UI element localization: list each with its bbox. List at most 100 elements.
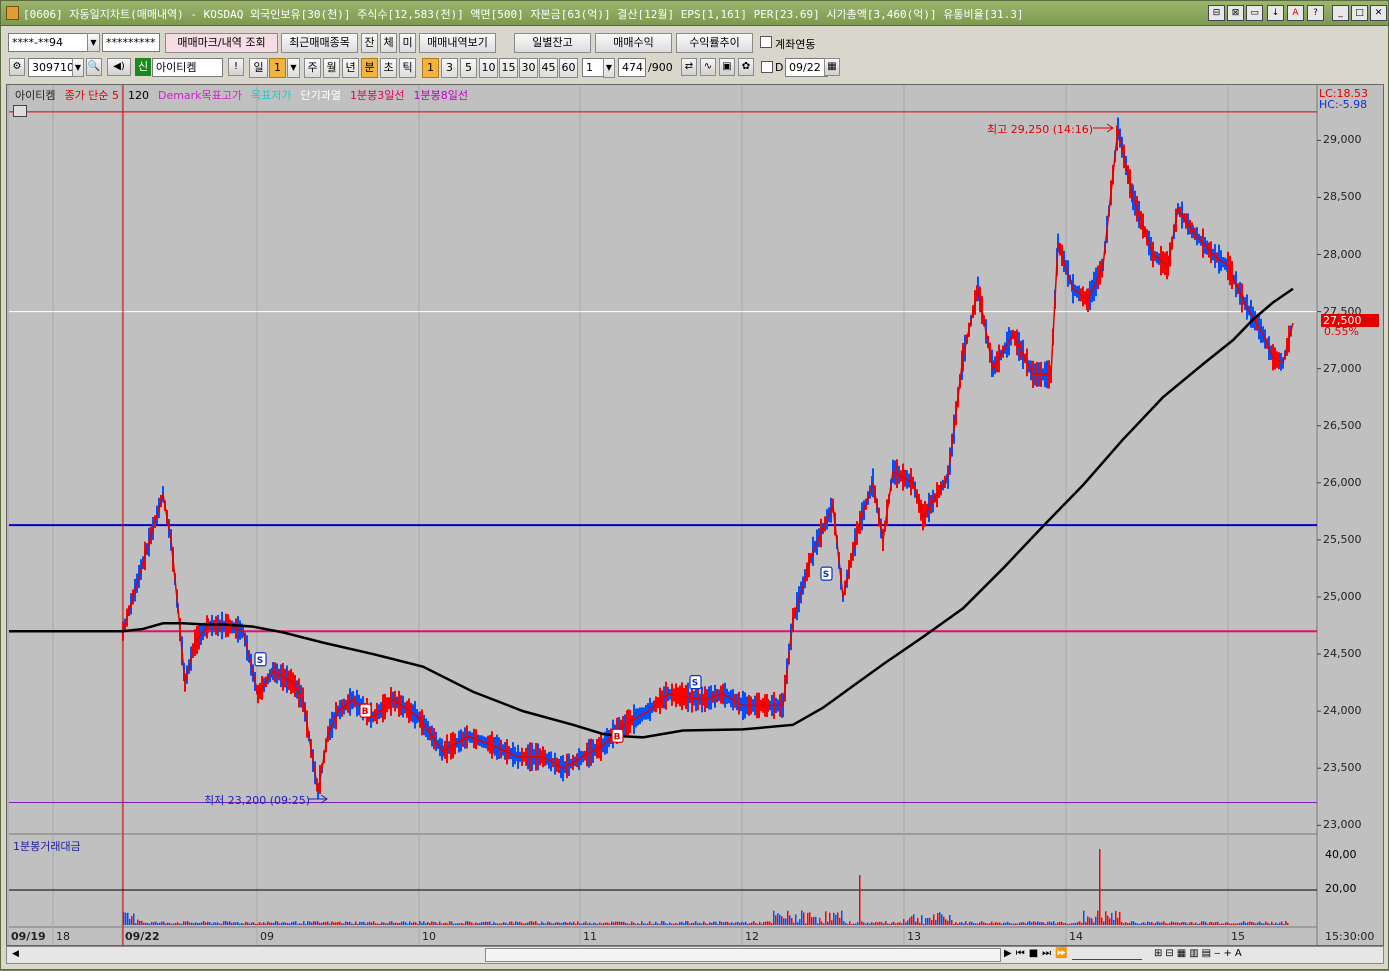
volume-bar xyxy=(131,916,133,925)
volume-bar xyxy=(427,921,429,925)
grid-icon[interactable] xyxy=(13,105,27,117)
volume-bar xyxy=(879,921,881,925)
volume-bar xyxy=(1035,922,1037,925)
volume-bar xyxy=(1239,922,1241,925)
volume-bar xyxy=(1187,923,1189,925)
volume-bar xyxy=(665,923,667,925)
volume-bar xyxy=(811,917,813,925)
scroll-left-icon[interactable]: ◀ xyxy=(12,949,19,959)
volume-bar xyxy=(385,923,387,925)
volume-bar xyxy=(673,923,675,925)
volume-bar xyxy=(301,923,303,925)
volume-bar xyxy=(973,923,975,925)
volume-bar xyxy=(1129,922,1131,925)
scroll-thumb[interactable] xyxy=(485,948,1001,962)
y-tick-label: 25,000 xyxy=(1323,589,1362,603)
volume-bar xyxy=(827,921,829,925)
volume-bar xyxy=(357,923,359,925)
volume-bar xyxy=(1213,922,1215,925)
volume-bar xyxy=(751,922,753,925)
volume-bar xyxy=(321,922,323,925)
volume-bar xyxy=(773,910,775,925)
volume-bar xyxy=(1017,923,1019,925)
scroll-controls[interactable]: ▶⏮■⏭⏩ xyxy=(1004,948,1072,959)
volume-bar xyxy=(541,921,543,925)
volume-bar xyxy=(367,922,369,925)
volume-bar xyxy=(1007,921,1009,925)
volume-bar xyxy=(1203,921,1205,925)
volume-bar xyxy=(625,922,627,925)
volume-bar xyxy=(439,921,441,925)
y-tick-label: 24,000 xyxy=(1323,704,1362,718)
volume-bar xyxy=(529,921,531,925)
volume-bar xyxy=(423,921,425,925)
volume-bar xyxy=(289,923,291,925)
view-controls[interactable]: ⊞⊟▦▥▤‒+A xyxy=(1154,948,1245,959)
volume-bar xyxy=(699,922,701,925)
volume-bar xyxy=(195,922,197,925)
volume-bar xyxy=(563,921,565,925)
volume-bar xyxy=(819,917,821,925)
volume-bar xyxy=(201,922,203,925)
volume-bar xyxy=(167,922,169,925)
volume-bar xyxy=(397,922,399,925)
volume-bar xyxy=(389,921,391,925)
volume-bar xyxy=(265,923,267,925)
volume-bar xyxy=(743,922,745,925)
volume-bar xyxy=(1237,923,1239,925)
volume-bar xyxy=(805,923,807,925)
volume-bar xyxy=(137,919,139,925)
volume-bar xyxy=(209,922,211,925)
volume-bar xyxy=(1125,922,1127,925)
volume-bar xyxy=(533,922,535,925)
volume-bar xyxy=(661,921,663,925)
chart-scrollbar[interactable]: ◀ ▶⏮■⏭⏩ ⊞⊟▦▥▤‒+A xyxy=(6,946,1384,964)
hc-label: HC:-5.98 xyxy=(1319,98,1368,111)
volume-bar xyxy=(291,922,293,925)
volume-bar xyxy=(1039,922,1041,925)
volume-bar xyxy=(635,923,637,925)
volume-bar xyxy=(803,912,805,925)
volume-bar xyxy=(317,921,319,925)
volume-bar xyxy=(1099,849,1101,925)
volume-bar xyxy=(559,922,561,925)
volume-bar xyxy=(497,923,499,925)
volume-bar xyxy=(839,917,841,925)
volume-bar xyxy=(1247,922,1249,925)
volume-bar xyxy=(713,921,715,925)
zoom-slider[interactable] xyxy=(1072,950,1142,960)
volume-bar xyxy=(441,923,443,925)
volume-bar xyxy=(639,923,641,925)
x-tick-label: 15 xyxy=(1231,930,1245,943)
volume-bar xyxy=(1117,917,1119,925)
volume-bar xyxy=(901,923,903,925)
volume-bar xyxy=(949,915,951,925)
volume-bar xyxy=(851,923,853,925)
volume-bar xyxy=(1283,923,1285,925)
volume-bar xyxy=(177,922,179,925)
volume-bar xyxy=(717,923,719,925)
volume-bar xyxy=(775,915,777,925)
volume-bar xyxy=(1103,921,1105,925)
volume-bar xyxy=(329,923,331,925)
volume-bar xyxy=(133,913,135,925)
volume-bar xyxy=(1041,921,1043,925)
volume-bar xyxy=(199,922,201,925)
volume-bar xyxy=(1205,922,1207,925)
volume-bar xyxy=(1073,923,1075,925)
volume-bar xyxy=(595,923,597,925)
volume-bar xyxy=(765,921,767,925)
volume-bar xyxy=(599,922,601,925)
volume-bar xyxy=(359,921,361,925)
volume-bar xyxy=(339,921,341,925)
volume-bar xyxy=(849,921,851,925)
volume-bar xyxy=(1275,922,1277,925)
low-annotation: 최저 23,200 (09:25) xyxy=(204,794,311,807)
volume-legend: 1분봉거래대금 xyxy=(13,840,81,853)
volume-bar xyxy=(127,912,129,925)
volume-bar xyxy=(1051,922,1053,925)
volume-bar xyxy=(831,920,833,925)
marker-label: S xyxy=(823,570,829,580)
volume-bar xyxy=(619,921,621,925)
volume-bar xyxy=(191,922,193,925)
